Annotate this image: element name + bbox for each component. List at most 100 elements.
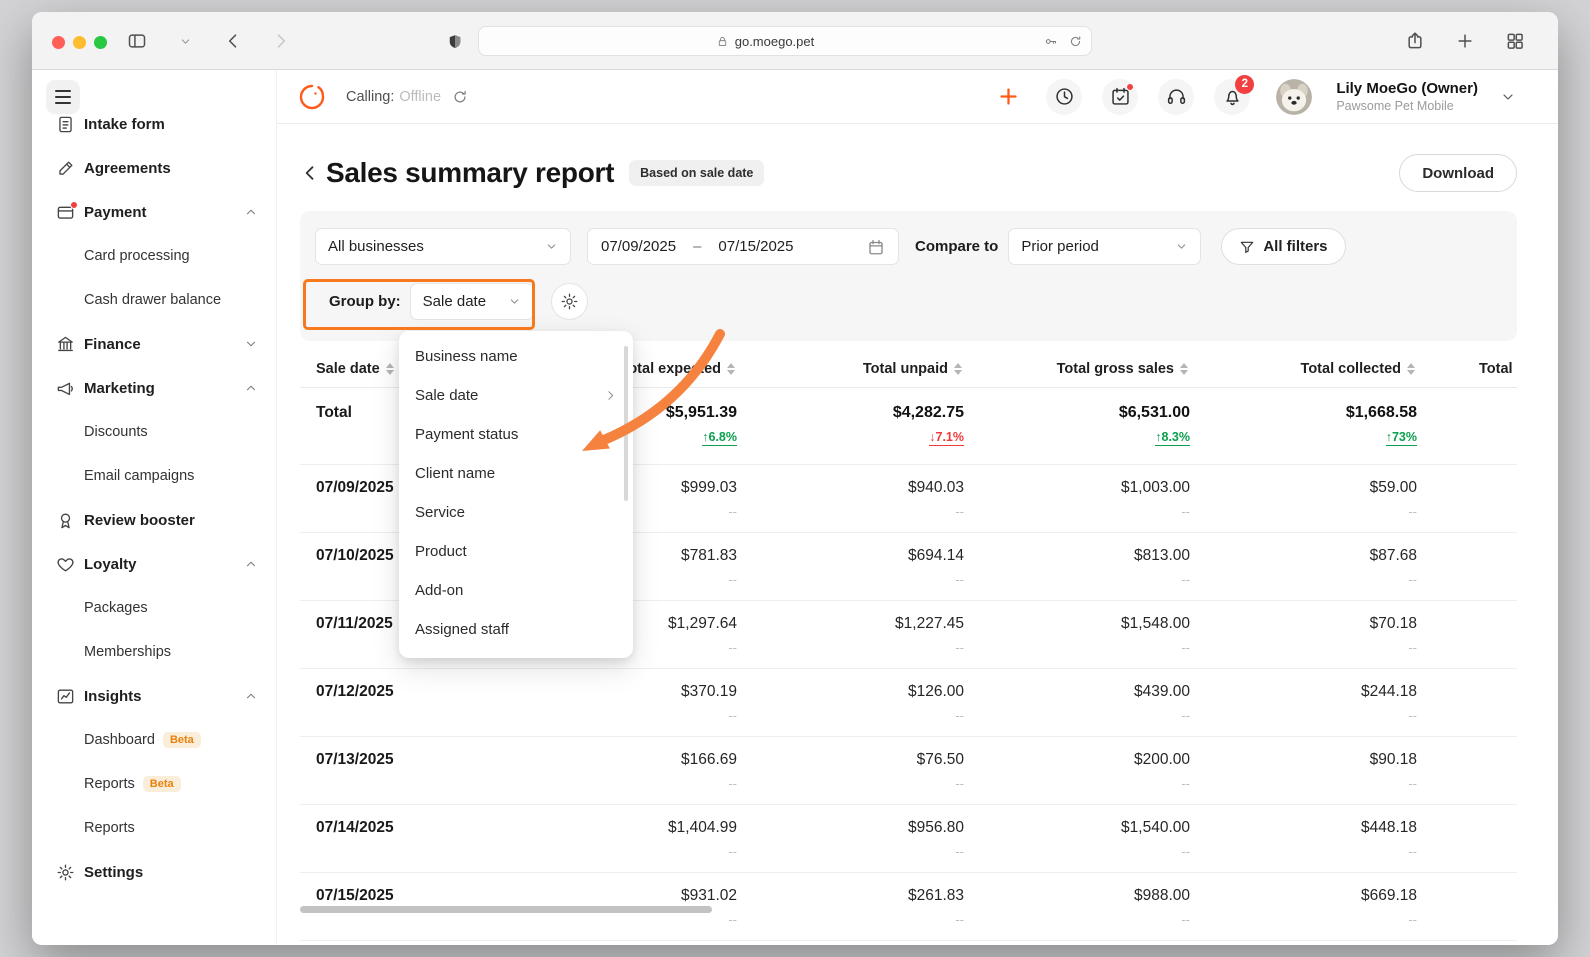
column-settings-gear-icon[interactable] (550, 283, 588, 320)
passwords-key-icon[interactable] (1043, 34, 1058, 49)
sidebar-item-email-campaigns[interactable]: Email campaigns (32, 454, 276, 498)
change-percent: ↑6.8% (702, 430, 737, 446)
reload-icon[interactable] (1068, 34, 1083, 49)
row-date: 07/12/2025 (316, 683, 394, 700)
sidebar-toggle-icon[interactable] (122, 26, 152, 56)
table-row[interactable]: 07/12/2025 $370.19 -- $126.00 -- $439.00 --… (300, 669, 1517, 737)
dropdown-option-add-on[interactable]: Add-on (399, 571, 633, 610)
column-header-total-collected[interactable]: Total collected (1190, 351, 1417, 387)
column-header-clipped[interactable]: Total (1417, 351, 1517, 387)
sidebar-item-intake-form[interactable]: Intake form (32, 116, 276, 146)
sidebar-item-review-booster[interactable]: Review booster (32, 498, 276, 542)
dropdown-option-sale-date[interactable]: Sale date (399, 376, 633, 415)
moego-logo[interactable] (296, 81, 328, 113)
account-chevron-down-icon[interactable] (1500, 89, 1516, 105)
column-header-total-unpaid[interactable]: Total unpaid (737, 351, 964, 387)
chevron-down-icon (1175, 240, 1188, 253)
group-by-select[interactable]: Sale date (409, 283, 534, 320)
avatar[interactable] (1276, 78, 1313, 115)
based-on-badge: Based on sale date (629, 160, 765, 186)
change-percent: ↑73% (1385, 430, 1417, 446)
dropdown-option-business-name[interactable]: Business name (399, 337, 633, 376)
add-new-button[interactable] (990, 79, 1026, 115)
horizontal-scrollbar[interactable] (300, 906, 712, 913)
column-header-total-gross-sales[interactable]: Total gross sales (964, 351, 1190, 387)
sidebar-item-marketing[interactable]: Marketing (32, 366, 276, 410)
sort-icon[interactable] (385, 363, 394, 375)
back-chevron-icon[interactable] (300, 163, 320, 183)
toolbar-chevron-down-icon[interactable] (170, 26, 200, 56)
close-window-button[interactable] (52, 36, 65, 49)
sidebar-item-packages[interactable]: Packages (32, 586, 276, 630)
download-button[interactable]: Download (1399, 154, 1517, 192)
calling-label: Calling: (346, 88, 395, 105)
user-organization: Pawsome Pet Mobile (1336, 99, 1454, 113)
chevron-down-icon (244, 337, 258, 351)
sidebar-item-insights[interactable]: Insights (32, 674, 276, 718)
share-icon[interactable] (1400, 26, 1430, 56)
support-headset-icon[interactable] (1158, 78, 1195, 115)
sidebar-item-agreements[interactable]: Agreements (32, 146, 276, 190)
review-booster-icon (56, 511, 75, 530)
address-bar[interactable]: go.moego.pet (478, 26, 1092, 56)
sidebar-item-cash-drawer-balance[interactable]: Cash drawer balance (32, 278, 276, 322)
sort-icon[interactable] (1180, 363, 1188, 375)
sidebar-item-loyalty[interactable]: Loyalty (32, 542, 276, 586)
sidebar-item-finance[interactable]: Finance (32, 322, 276, 366)
new-tab-icon[interactable] (1450, 26, 1480, 56)
intake-form-icon (56, 116, 75, 134)
dropdown-option-client-name[interactable]: Client name (399, 454, 633, 493)
settings-gear-icon (56, 863, 75, 882)
funnel-icon (1241, 241, 1254, 253)
app-topbar: Calling: Offline 2 Lily MoeGo (Owner) Pa… (277, 70, 1558, 124)
privacy-shield-icon[interactable] (446, 33, 464, 56)
sort-icon[interactable] (954, 363, 962, 375)
sort-icon[interactable] (727, 363, 735, 375)
sidebar-item-settings[interactable]: Settings (32, 850, 276, 894)
compare-period-select[interactable]: Prior period (1008, 228, 1202, 265)
sidebar-item-card-processing[interactable]: Card processing (32, 234, 276, 278)
forward-button[interactable] (266, 26, 296, 56)
group-by-dropdown-menu: Business name Sale date Payment status C… (399, 331, 633, 658)
minimize-window-button[interactable] (73, 36, 86, 49)
notification-count-badge: 2 (1235, 74, 1255, 94)
browser-window: go.moego.pet Intake form Agreements Paym… (32, 12, 1558, 945)
agreements-icon (56, 159, 75, 178)
sidebar-item-reports[interactable]: Reports (32, 806, 276, 850)
finance-icon (56, 335, 75, 354)
sort-icon[interactable] (1407, 363, 1415, 375)
appointment-requests-icon[interactable] (1102, 78, 1139, 115)
sidebar-item-memberships[interactable]: Memberships (32, 630, 276, 674)
sidebar-item-discounts[interactable]: Discounts (32, 410, 276, 454)
zoom-window-button[interactable] (94, 36, 107, 49)
waitlist-clock-icon[interactable] (1046, 78, 1083, 115)
dropdown-scrollbar[interactable] (624, 346, 628, 501)
dropdown-option-product[interactable]: Product (399, 532, 633, 571)
filter-panel: All businesses 07/09/2025 – 07/15/2025 C… (300, 211, 1517, 341)
notifications-bell-icon[interactable]: 2 (1214, 74, 1255, 115)
window-controls (52, 36, 107, 49)
sidebar: Intake form Agreements Payment Card proc… (32, 70, 277, 944)
url-text: go.moego.pet (734, 33, 815, 49)
marketing-icon (56, 379, 75, 398)
account-menu[interactable]: Lily MoeGo (Owner) Pawsome Pet Mobile (1336, 80, 1478, 113)
refresh-calling-icon[interactable] (451, 88, 469, 106)
compare-to-label: Compare to (915, 238, 999, 255)
back-button[interactable] (218, 26, 248, 56)
date-range-input[interactable]: 07/09/2025 – 07/15/2025 (587, 228, 899, 265)
calendar-icon (867, 238, 885, 256)
chevron-up-icon (244, 205, 258, 219)
insights-icon (56, 687, 75, 706)
business-select[interactable]: All businesses (315, 228, 571, 265)
table-row[interactable]: 07/14/2025 $1,404.99 -- $956.80 -- $1,540.… (300, 805, 1517, 873)
sidebar-item-payment[interactable]: Payment (32, 190, 276, 234)
sidebar-item-reports-beta[interactable]: Reports Beta (32, 762, 276, 806)
dropdown-option-assigned-staff[interactable]: Assigned staff (399, 610, 633, 649)
table-row[interactable]: 07/13/2025 $166.69 -- $76.50 -- $200.00 -- … (300, 737, 1517, 805)
dropdown-option-payment-status[interactable]: Payment status (399, 415, 633, 454)
tab-overview-icon[interactable] (1500, 26, 1530, 56)
menu-hamburger-icon[interactable] (46, 80, 80, 114)
sidebar-item-dashboard[interactable]: Dashboard Beta (32, 718, 276, 762)
all-filters-button[interactable]: All filters (1221, 228, 1346, 265)
dropdown-option-service[interactable]: Service (399, 493, 633, 532)
